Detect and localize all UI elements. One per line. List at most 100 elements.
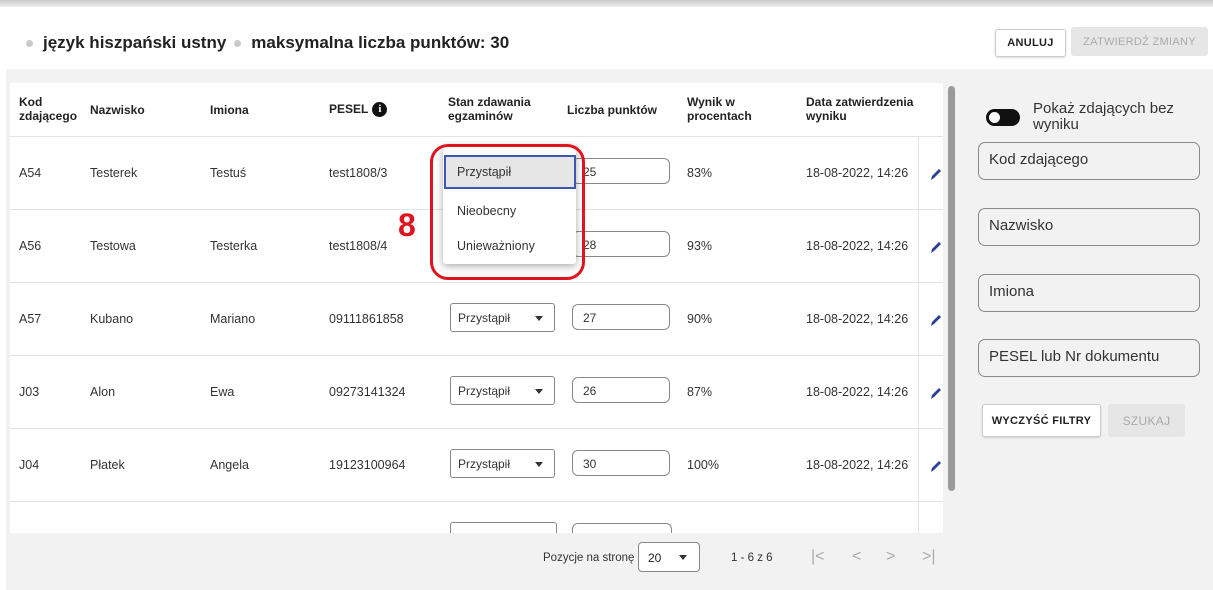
points-input[interactable]: 26: [572, 377, 670, 403]
cell-date: 18-08-2022, 14:26: [806, 458, 909, 472]
cell-percent: 100%: [687, 458, 719, 472]
cell-percent: 90%: [687, 312, 713, 326]
info-icon[interactable]: i: [372, 102, 388, 118]
toggle-knob: [989, 112, 1000, 123]
cell-date: 18-08-2022, 14:26: [806, 166, 909, 180]
column-header-names[interactable]: Imiona: [210, 103, 249, 117]
pencil-icon[interactable]: [929, 239, 943, 255]
status-select[interactable]: Przystąpił: [450, 376, 555, 405]
cancel-button[interactable]: ANULUJ: [995, 29, 1066, 57]
table-row: J04 Płatek Angela 19123100964 Przystąpił…: [10, 428, 943, 502]
last-page-icon[interactable]: >|: [922, 548, 936, 566]
cell-code: A56: [19, 239, 42, 253]
subject-title: język hiszpański ustny: [43, 33, 227, 52]
table-row: J03 Alon Ewa 09273141324 Przystąpił 26 8…: [10, 355, 943, 429]
next-page-icon[interactable]: >: [886, 548, 895, 566]
show-without-result-toggle[interactable]: [986, 109, 1020, 126]
points-input[interactable]: [572, 523, 672, 533]
table-row-partial: [10, 501, 943, 533]
bullet-dot: [26, 39, 33, 47]
cell-surname: Kubano: [90, 312, 134, 326]
cell-pesel: test1808/3: [329, 166, 388, 180]
status-select-value: Przystąpił: [458, 384, 511, 398]
per-page-label: Pozycje na stronę: [543, 552, 635, 564]
cell-pesel: 09111861858: [329, 312, 404, 326]
previous-page-icon[interactable]: <: [852, 548, 861, 566]
page-header: język hiszpański ustny maksymalna liczba…: [0, 30, 509, 56]
cell-pesel: test1808/4: [329, 239, 388, 253]
cell-pesel: 09273141324: [329, 385, 406, 399]
bullet-dot: [234, 39, 242, 47]
pencil-icon[interactable]: [929, 166, 943, 182]
surname-filter-field[interactable]: Nazwisko: [978, 208, 1200, 246]
per-page-select[interactable]: 20: [638, 542, 700, 572]
column-divider: [918, 137, 919, 210]
cell-code: J04: [19, 458, 40, 472]
column-header-pesel[interactable]: PESEL i: [329, 102, 388, 118]
column-divider: [918, 283, 919, 356]
max-points-title: maksymalna liczba punktów: 30: [251, 33, 510, 52]
toggle-label: Pokaż zdających bez wyniku: [1033, 100, 1174, 133]
cell-percent: 93%: [687, 239, 713, 253]
column-header-percent[interactable]: Wynik w procentach: [687, 95, 767, 123]
column-header-surname[interactable]: Nazwisko: [90, 103, 145, 117]
caret-down-icon: [535, 316, 543, 321]
clear-filters-button[interactable]: WYCZYŚĆ FILTRY: [982, 404, 1101, 437]
cell-code: J03: [19, 385, 40, 399]
cell-names: Testerka: [210, 239, 258, 253]
caret-down-icon: [535, 462, 543, 467]
status-select[interactable]: [450, 522, 557, 533]
search-button[interactable]: SZUKAJ: [1108, 404, 1185, 437]
column-divider: [918, 429, 919, 502]
pencil-icon[interactable]: [929, 385, 943, 401]
column-header-date[interactable]: Data zatwierdzenia wyniku: [806, 95, 926, 123]
status-select-value: Przystąpił: [458, 457, 511, 471]
column-divider: [918, 502, 919, 533]
pencil-icon[interactable]: [929, 312, 943, 328]
points-input[interactable]: 27: [572, 304, 670, 330]
points-input[interactable]: 28: [572, 231, 670, 257]
pesel-filter-field[interactable]: PESEL lub Nr dokumentu: [978, 339, 1200, 377]
annotation-highlight-ring: [430, 144, 585, 280]
pencil-icon[interactable]: [929, 458, 943, 474]
cell-names: Ewa: [210, 385, 235, 399]
column-header-status[interactable]: Stan zdawania egzaminów: [448, 95, 548, 123]
cell-pesel: 19123100964: [329, 458, 406, 472]
column-divider: [918, 210, 919, 283]
cell-names: Testuś: [210, 166, 247, 180]
points-input[interactable]: 25: [572, 158, 670, 184]
column-header-pesel-label: PESEL: [329, 102, 369, 116]
cell-surname: Płatek: [90, 458, 125, 472]
table-scrollbar[interactable]: [948, 86, 955, 491]
cell-date: 18-08-2022, 14:26: [806, 312, 909, 326]
column-divider: [918, 356, 919, 429]
cell-date: 18-08-2022, 14:26: [806, 239, 909, 253]
status-select-value: Przystąpił: [458, 311, 511, 325]
cell-surname: Testerek: [90, 166, 138, 180]
cell-code: A54: [19, 166, 42, 180]
first-page-icon[interactable]: |<: [811, 548, 825, 566]
caret-down-icon: [679, 555, 687, 560]
names-filter-field[interactable]: Imiona: [978, 274, 1200, 312]
per-page-value: 20: [648, 551, 662, 565]
status-select[interactable]: Przystąpił: [450, 303, 555, 332]
annotation-marker: 8: [398, 207, 416, 243]
points-input[interactable]: 30: [572, 450, 670, 476]
table-row: A57 Kubano Mariano 09111861858 Przystąpi…: [10, 282, 943, 356]
column-header-points[interactable]: Liczba punktów: [567, 103, 657, 117]
cell-date: 18-08-2022, 14:26: [806, 385, 909, 399]
page-range: 1 - 6 z 6: [731, 552, 773, 564]
top-shadow-line: [0, 0, 1213, 7]
cell-percent: 83%: [687, 166, 713, 180]
cell-names: Mariano: [210, 312, 256, 326]
column-header-code[interactable]: Kod zdającego: [19, 95, 79, 123]
cell-surname: Testowa: [90, 239, 136, 253]
caret-down-icon: [535, 389, 543, 394]
cell-code: A57: [19, 312, 42, 326]
cell-surname: Alon: [90, 385, 116, 399]
cell-names: Angela: [210, 458, 249, 472]
confirm-changes-button[interactable]: ZATWIERDŹ ZMIANY: [1071, 27, 1208, 56]
cell-percent: 87%: [687, 385, 713, 399]
status-select[interactable]: Przystąpił: [450, 449, 555, 478]
code-filter-field[interactable]: Kod zdającego: [978, 142, 1200, 180]
